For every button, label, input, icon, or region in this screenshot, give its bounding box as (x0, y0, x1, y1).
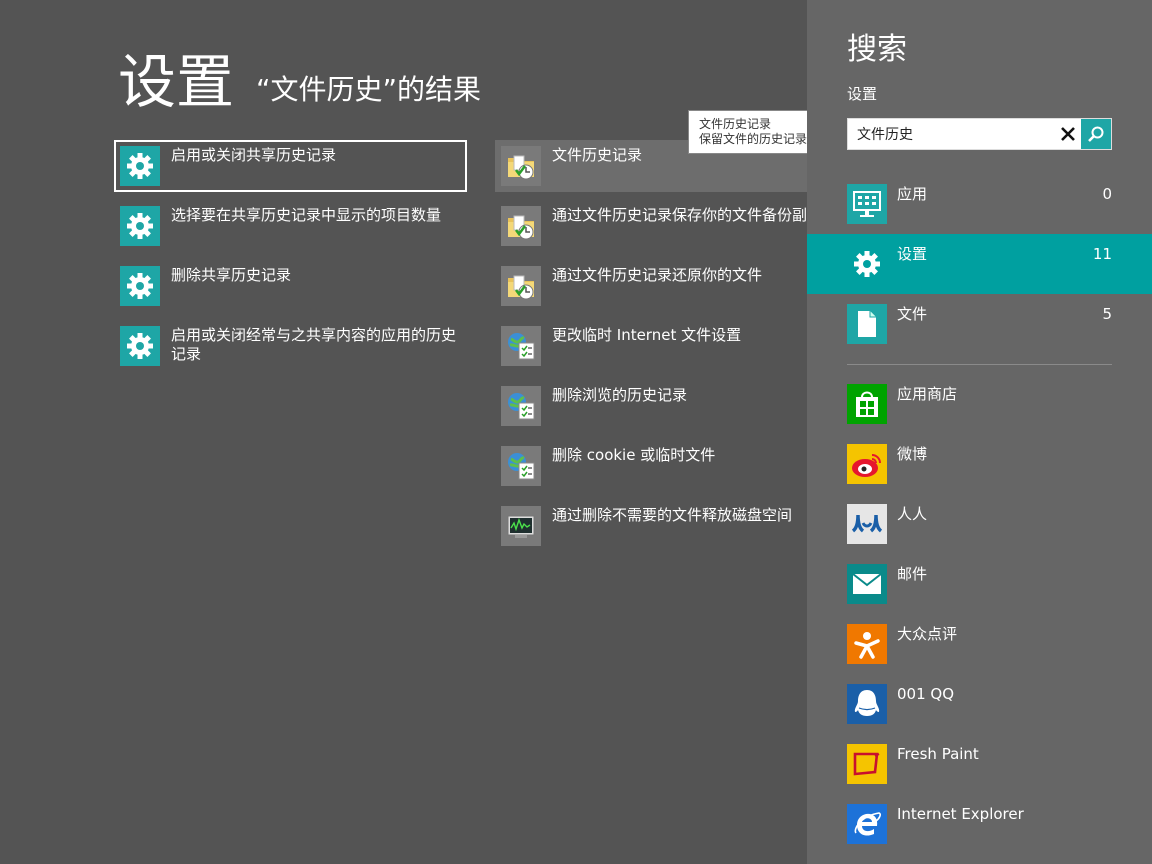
search-scope-label: 设置 (847, 85, 878, 103)
result-label: 删除 cookie 或临时文件 (552, 446, 716, 464)
result-item[interactable]: 启用或关闭经常与之共享内容的应用的历史记录 (114, 320, 467, 372)
results-column-right: 文件历史记录 通过文件历史记录保存你的文件备份副本 通过文件历史记录还原你的文件… (495, 140, 807, 560)
app-label: 人人 (897, 505, 928, 523)
app-label: 邮件 (897, 565, 928, 583)
app-item-dianping[interactable]: 大众点评 (807, 614, 1152, 674)
result-label: 删除共享历史记录 (171, 266, 292, 284)
scope-label: 应用 (897, 185, 928, 203)
weibo-icon (847, 444, 887, 484)
mail-icon (847, 564, 887, 604)
result-label: 启用或关闭经常与之共享内容的应用的历史记录 (171, 326, 457, 363)
result-item[interactable]: 选择要在共享历史记录中显示的项目数量 (114, 200, 467, 252)
result-label: 通过文件历史记录还原你的文件 (552, 266, 763, 284)
gear-icon (847, 244, 887, 284)
results-area: 设置 “文件历史”的结果 启用或关闭共享历史记录 选择要在共享历史记录中显示的项… (0, 0, 807, 864)
qq-icon (847, 684, 887, 724)
internet-options-icon (501, 326, 541, 366)
result-label: 通过删除不需要的文件释放磁盘空间 (552, 506, 793, 524)
internet-explorer-icon (847, 804, 887, 844)
app-label: 微博 (897, 445, 928, 463)
file-history-icon (501, 146, 541, 186)
result-label: 更改临时 Internet 文件设置 (552, 326, 742, 344)
result-item[interactable]: 通过文件历史记录保存你的文件备份副本 (495, 200, 807, 252)
result-item[interactable]: 通过文件历史记录还原你的文件 (495, 260, 807, 312)
search-input[interactable] (848, 119, 1053, 149)
scope-settings[interactable]: 设置 11 (807, 234, 1152, 294)
gear-icon (120, 206, 160, 246)
close-icon (1061, 127, 1075, 141)
app-label: Fresh Paint (897, 745, 979, 763)
app-label: 001 QQ (897, 685, 955, 703)
gear-icon (120, 266, 160, 306)
internet-options-icon (501, 446, 541, 486)
result-item[interactable]: 删除 cookie 或临时文件 (495, 440, 807, 492)
tooltip-title: 文件历史记录 (699, 117, 772, 131)
app-label: Internet Explorer (897, 805, 1024, 823)
result-label: 通过文件历史记录保存你的文件备份副本 (552, 206, 807, 224)
search-box (847, 118, 1112, 150)
search-pane: 搜索 设置 应用 0 设置 11 文件 5 应用商店 (807, 0, 1152, 864)
result-label: 启用或关闭共享历史记录 (171, 146, 337, 164)
dianping-icon (847, 624, 887, 664)
clear-search-button[interactable] (1054, 119, 1082, 149)
apps-icon (847, 184, 887, 224)
result-item[interactable]: 启用或关闭共享历史记录 (114, 140, 467, 192)
app-item-mail[interactable]: 邮件 (807, 554, 1152, 614)
scope-label: 文件 (897, 305, 928, 323)
file-history-icon (501, 206, 541, 246)
result-label: 选择要在共享历史记录中显示的项目数量 (171, 206, 442, 224)
results-column-left: 启用或关闭共享历史记录 选择要在共享历史记录中显示的项目数量 删除共享历史记录 … (114, 140, 467, 380)
tooltip-description: 保留文件的历史记录 (699, 132, 807, 146)
divider (847, 364, 1112, 365)
result-item[interactable]: 更改临时 Internet 文件设置 (495, 320, 807, 372)
page-title: 设置 (118, 48, 235, 116)
result-item[interactable]: 通过删除不需要的文件释放磁盘空间 (495, 500, 807, 552)
file-history-icon (501, 266, 541, 306)
gear-icon (120, 326, 160, 366)
scope-count: 11 (1092, 245, 1112, 263)
app-item-store[interactable]: 应用商店 (807, 374, 1152, 434)
internet-options-icon (501, 386, 541, 426)
search-icon (1088, 126, 1104, 142)
scope-label: 设置 (897, 245, 928, 263)
renren-icon (847, 504, 887, 544)
scope-count: 5 (1102, 305, 1112, 323)
app-label: 大众点评 (897, 625, 958, 643)
search-pane-title: 搜索 (847, 32, 907, 67)
search-button[interactable] (1081, 119, 1111, 149)
scope-apps[interactable]: 应用 0 (807, 174, 1152, 234)
scope-count: 0 (1102, 185, 1112, 203)
app-item-qq[interactable]: 001 QQ (807, 674, 1152, 734)
result-item[interactable]: 删除浏览的历史记录 (495, 380, 807, 432)
fresh-paint-icon (847, 744, 887, 784)
file-icon (847, 304, 887, 344)
app-label: 应用商店 (897, 385, 958, 403)
result-item[interactable]: 删除共享历史记录 (114, 260, 467, 312)
gear-icon (120, 146, 160, 186)
app-item-internet-explorer[interactable]: Internet Explorer (807, 794, 1152, 854)
result-label: 删除浏览的历史记录 (552, 386, 688, 404)
page-subtitle: “文件历史”的结果 (256, 73, 482, 106)
disk-cleanup-icon (501, 506, 541, 546)
app-item-fresh-paint[interactable]: Fresh Paint (807, 734, 1152, 794)
scope-files[interactable]: 文件 5 (807, 294, 1152, 354)
store-icon (847, 384, 887, 424)
app-item-renren[interactable]: 人人 (807, 494, 1152, 554)
app-item-weibo[interactable]: 微博 (807, 434, 1152, 494)
tooltip: 文件历史记录 保留文件的历史记录 (688, 110, 807, 154)
